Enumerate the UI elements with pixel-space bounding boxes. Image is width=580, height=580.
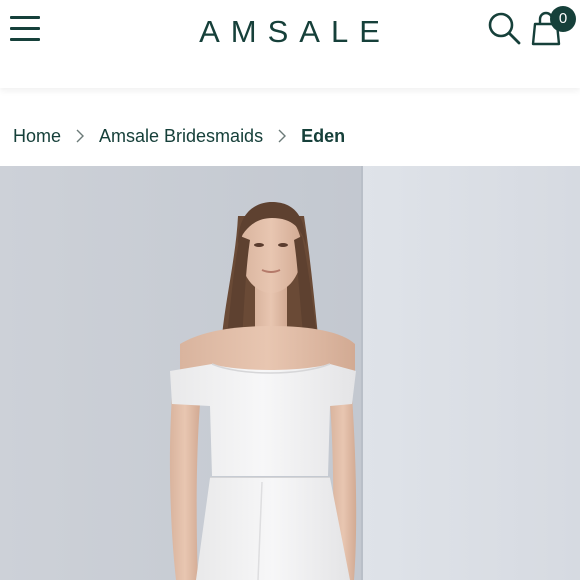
cart-count-badge: 0 bbox=[550, 6, 576, 32]
chevron-right-icon bbox=[263, 129, 301, 143]
breadcrumb-home-link[interactable]: Home bbox=[13, 126, 61, 147]
search-icon bbox=[488, 12, 521, 45]
site-header: AMSALE 0 bbox=[0, 0, 580, 88]
search-button[interactable] bbox=[487, 11, 521, 45]
product-photo bbox=[0, 166, 580, 580]
breadcrumb-current-page: Eden bbox=[301, 125, 346, 146]
breadcrumb-bridesmaids-link[interactable]: Amsale Bridesmaids bbox=[99, 126, 263, 147]
breadcrumb: Home Amsale Bridesmaids Eden bbox=[13, 124, 345, 148]
product-hero-image[interactable] bbox=[0, 166, 580, 580]
chevron-right-icon bbox=[61, 129, 99, 143]
